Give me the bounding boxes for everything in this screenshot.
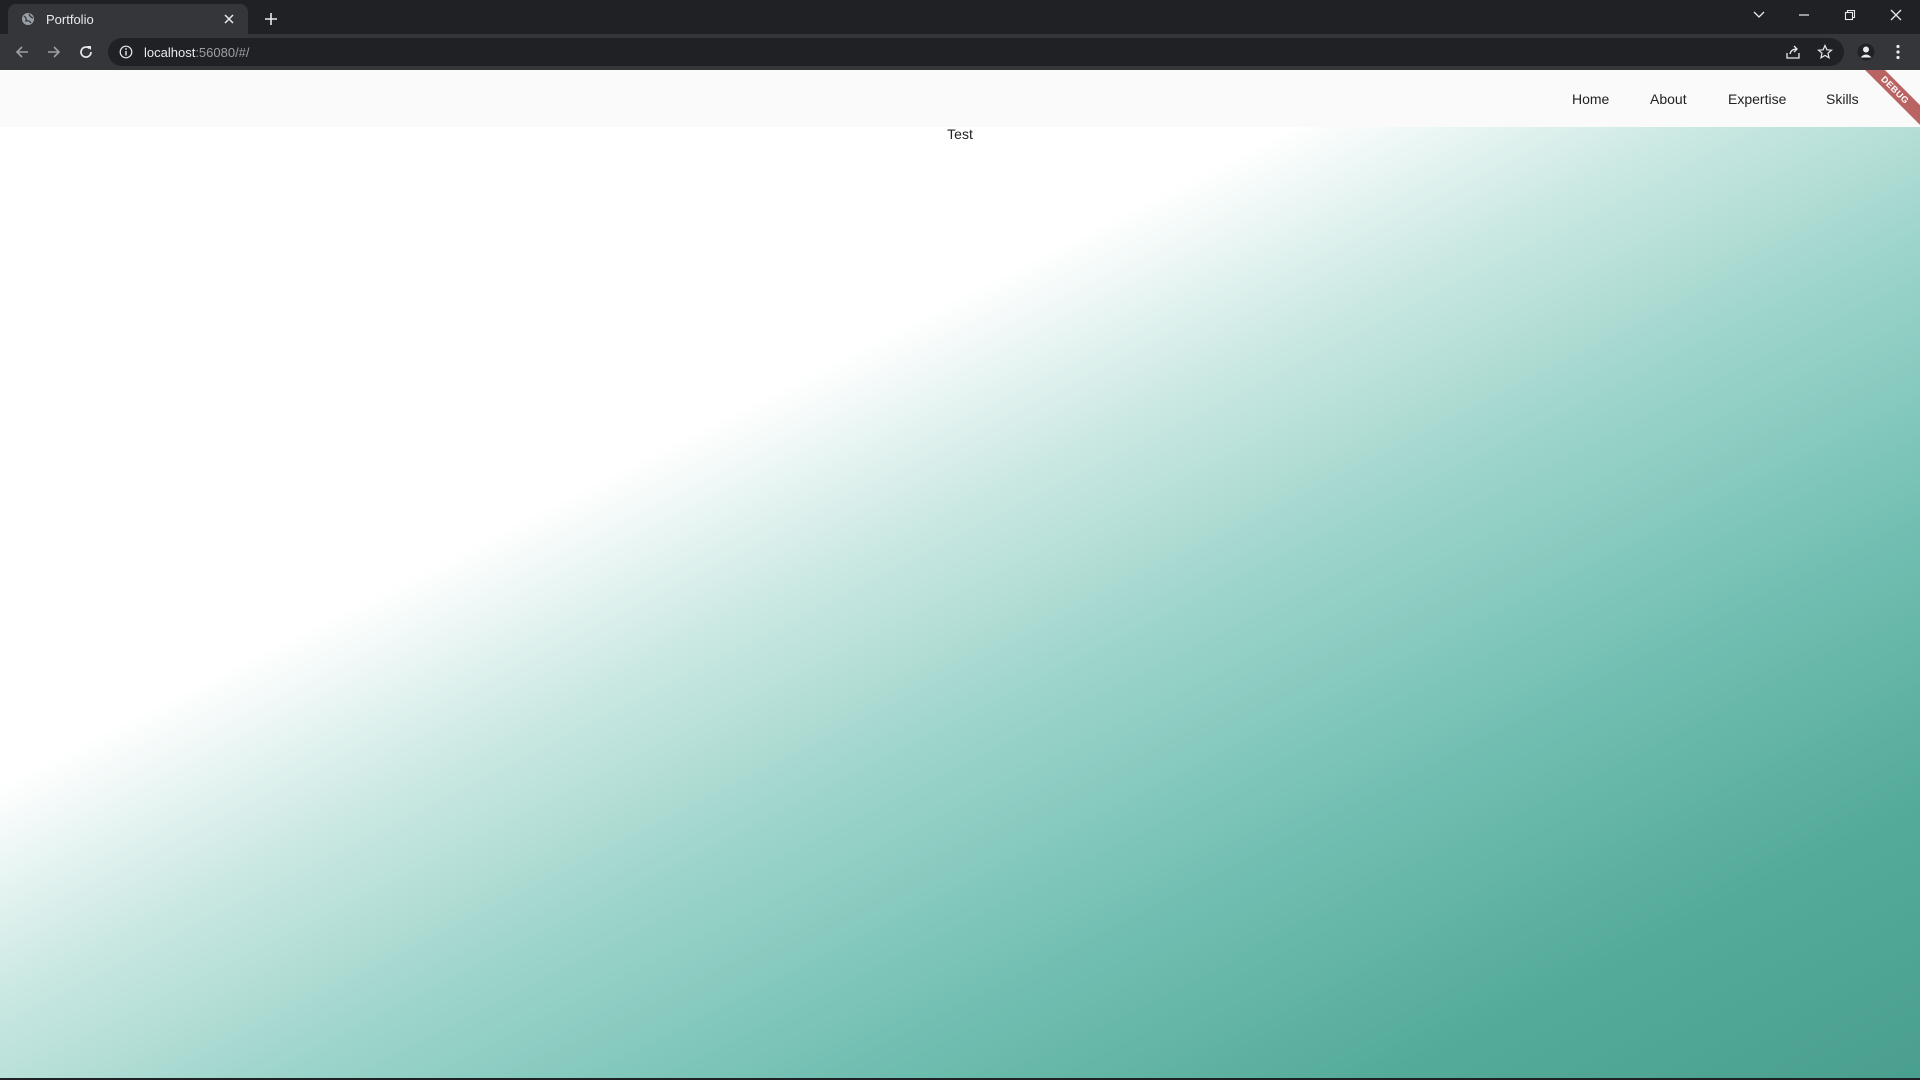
plus-icon	[265, 13, 277, 25]
browser-toolbar: localhost:56080/#/	[0, 34, 1920, 70]
close-window-button[interactable]	[1873, 0, 1919, 30]
nav-expertise[interactable]: Expertise	[1720, 70, 1794, 127]
app-navbar: Home About Expertise Skills	[0, 70, 1920, 127]
nav-home[interactable]: Home	[1564, 70, 1617, 127]
browser-tab[interactable]: Portfolio	[8, 4, 248, 34]
arrow-right-icon	[48, 46, 61, 58]
tab-title: Portfolio	[46, 11, 94, 27]
restore-icon	[1844, 9, 1856, 21]
reload-button[interactable]	[72, 38, 100, 66]
address-bar[interactable]: localhost:56080/#/	[108, 38, 1844, 66]
profile-button[interactable]	[1852, 38, 1880, 66]
nav-skills[interactable]: Skills	[1818, 70, 1867, 127]
info-icon[interactable]	[118, 44, 134, 60]
close-icon	[1890, 9, 1902, 21]
star-icon	[1817, 44, 1833, 60]
url-host: localhost	[144, 44, 196, 60]
bookmark-button[interactable]	[1812, 42, 1838, 62]
minimize-icon	[1799, 14, 1809, 16]
share-button[interactable]	[1780, 42, 1806, 62]
kebab-menu-icon	[1896, 44, 1900, 60]
restore-button[interactable]	[1827, 0, 1873, 30]
browser-tab-strip: Portfolio	[0, 0, 1920, 34]
back-button[interactable]	[8, 38, 36, 66]
share-icon	[1786, 45, 1800, 59]
new-tab-button[interactable]	[258, 6, 284, 32]
tab-search-button[interactable]	[1736, 0, 1782, 30]
profile-icon	[1857, 43, 1875, 61]
minimize-button[interactable]	[1781, 0, 1827, 30]
forward-button[interactable]	[40, 38, 68, 66]
url-path: :56080/#/	[195, 44, 250, 60]
globe-icon	[20, 11, 36, 27]
chevron-down-icon	[1753, 11, 1765, 18]
close-icon[interactable]	[220, 10, 238, 28]
arrow-left-icon	[15, 46, 28, 58]
page-viewport: Home About Expertise Skills Test DEBUG	[0, 70, 1920, 1078]
reload-icon	[80, 46, 92, 58]
browser-menu-button[interactable]	[1884, 38, 1912, 66]
body-text: Test	[947, 126, 973, 142]
nav-about[interactable]: About	[1642, 70, 1695, 127]
